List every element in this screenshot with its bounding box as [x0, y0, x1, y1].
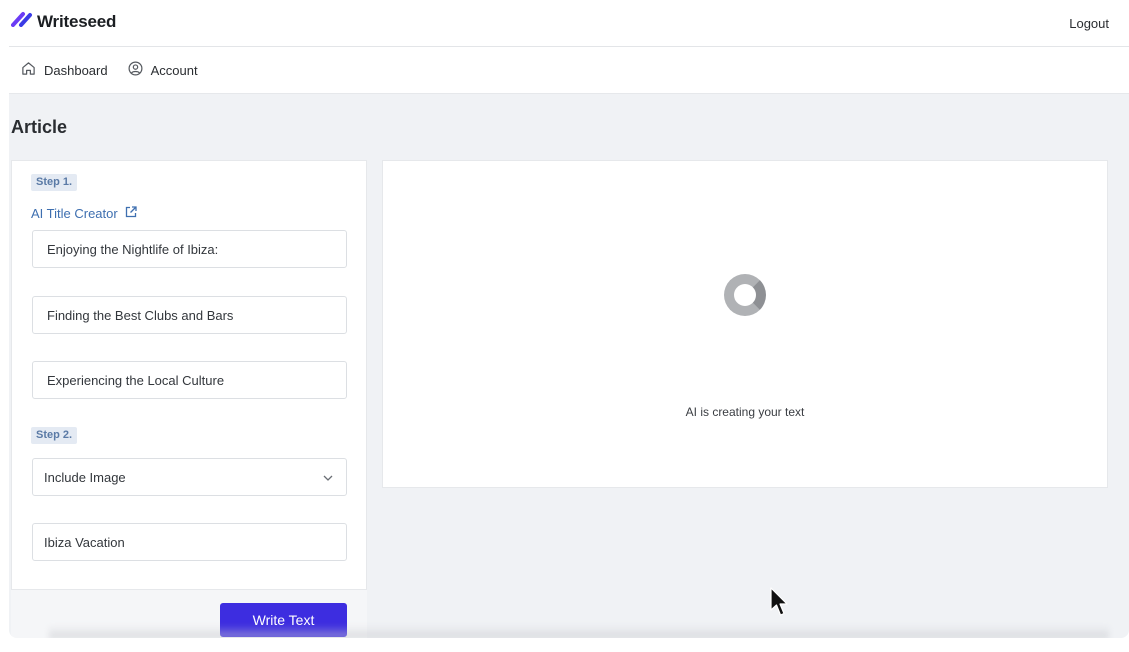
bottom-shadow — [49, 625, 1109, 638]
image-option-select[interactable]: Include Image — [32, 458, 347, 496]
title-line-1-input[interactable]: Enjoying the Nightlife of Ibiza: — [32, 230, 347, 268]
title-line-2-input[interactable]: Finding the Best Clubs and Bars — [32, 296, 347, 334]
app-frame: Writeseed Logout Dashboard Account Artic… — [9, 0, 1129, 638]
mouse-pointer-icon — [770, 587, 790, 622]
step-2-badge: Step 2. — [31, 427, 78, 444]
brand-name: Writeseed — [37, 11, 117, 31]
title-line-3-input[interactable]: Experiencing the Local Culture — [32, 361, 347, 399]
ai-title-creator-label: AI Title Creator — [31, 206, 118, 221]
page-title: Article — [11, 117, 68, 137]
nav-item-account[interactable]: Account — [128, 61, 198, 79]
writeseed-logo-icon — [11, 11, 33, 32]
logout-link[interactable]: Logout — [1069, 16, 1109, 31]
output-panel: AI is creating your text — [382, 160, 1108, 488]
brand-logo[interactable]: Writeseed — [11, 11, 116, 32]
nav-item-dashboard[interactable]: Dashboard — [21, 61, 108, 79]
ai-title-creator-link[interactable]: AI Title Creator — [31, 205, 138, 222]
image-option-value: Include Image — [44, 469, 126, 485]
keyword-input[interactable]: Ibiza Vacation — [32, 523, 347, 561]
external-link-icon — [124, 205, 138, 222]
loading-spinner-icon — [724, 274, 766, 316]
nav-bar: Dashboard Account — [9, 47, 1129, 94]
generation-status-text: AI is creating your text — [685, 405, 805, 419]
step-1-badge: Step 1. — [31, 174, 78, 191]
home-icon — [21, 61, 36, 79]
nav-item-label: Account — [150, 62, 198, 78]
chevron-down-icon — [322, 470, 334, 485]
nav-item-label: Dashboard — [44, 62, 108, 78]
user-circle-icon — [128, 61, 143, 79]
top-bar: Writeseed Logout — [9, 0, 1129, 47]
